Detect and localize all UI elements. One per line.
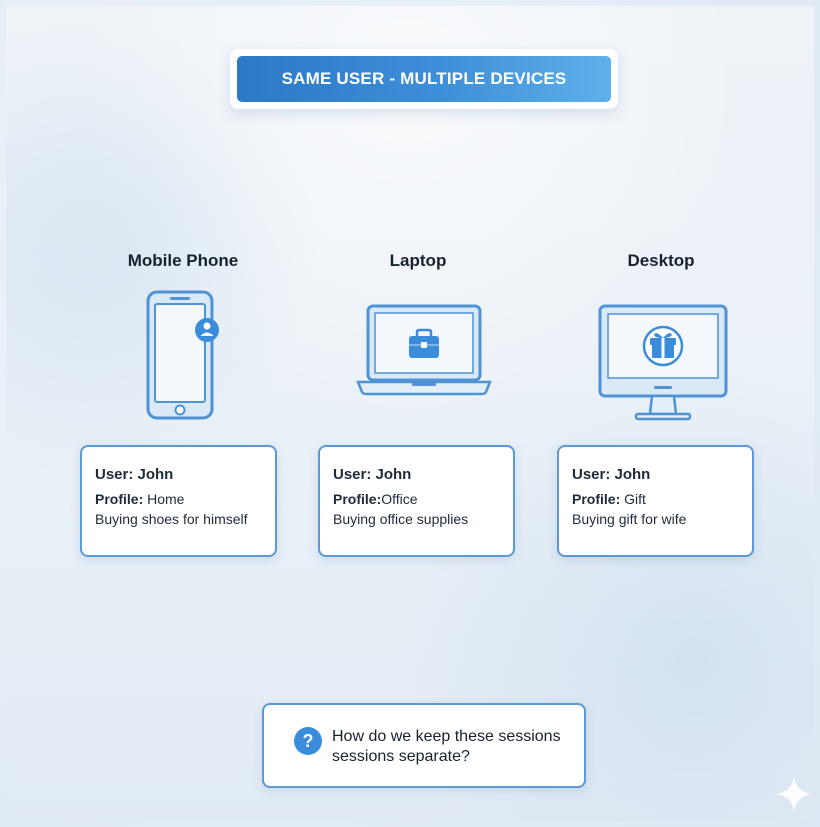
device-title-mobile: Mobile Phone bbox=[127, 251, 239, 270]
laptop-icon bbox=[356, 304, 492, 396]
question-text: How do we keep these sessions sessions s… bbox=[332, 728, 561, 765]
mobile-phone-icon bbox=[146, 290, 219, 420]
card-profile-label: Profile: bbox=[95, 491, 144, 507]
card-profile-label: Profile: bbox=[333, 491, 382, 507]
question-box: ? How do we keep these sessions sessions… bbox=[262, 703, 586, 788]
title-banner: SAME USER - MULTIPLE DEVICES bbox=[230, 49, 618, 109]
card-user: User: John bbox=[333, 466, 412, 483]
profile-card-laptop: User: John Profile:Office Buying office … bbox=[318, 445, 515, 557]
card-profile-value: Office bbox=[381, 491, 418, 507]
card-activity: Buying gift for wife bbox=[572, 511, 687, 527]
card-profile-row: Profile: Gift bbox=[572, 489, 739, 509]
diagram-canvas: SAME USER - MULTIPLE DEVICES Mobile Phon… bbox=[6, 6, 814, 821]
card-user: User: John bbox=[572, 466, 651, 483]
card-activity: Buying office supplies bbox=[333, 511, 469, 527]
diagram-title: SAME USER - MULTIPLE DEVICES bbox=[237, 56, 611, 102]
card-profile-row: Profile:Office bbox=[333, 489, 500, 509]
device-title-desktop: Desktop bbox=[627, 251, 695, 270]
card-profile-row: Profile: Home bbox=[95, 489, 262, 509]
card-profile-value: Gift bbox=[620, 491, 646, 507]
desktop-icon bbox=[598, 304, 728, 421]
card-user: User: John bbox=[95, 466, 174, 483]
card-activity: Buying shoes for himself bbox=[95, 511, 248, 527]
question-icon: ? bbox=[294, 727, 322, 755]
card-profile-label: Profile: bbox=[572, 491, 621, 507]
user-avatar-icon bbox=[195, 318, 219, 342]
profile-card-desktop: User: John Profile: Gift Buying gift for… bbox=[557, 445, 754, 557]
card-profile-value: Home bbox=[143, 491, 185, 507]
profile-card-mobile: User: John Profile: Home Buying shoes fo… bbox=[80, 445, 277, 557]
gift-icon bbox=[642, 325, 684, 367]
device-title-laptop: Laptop bbox=[389, 251, 447, 270]
sparkle-icon bbox=[776, 776, 812, 812]
